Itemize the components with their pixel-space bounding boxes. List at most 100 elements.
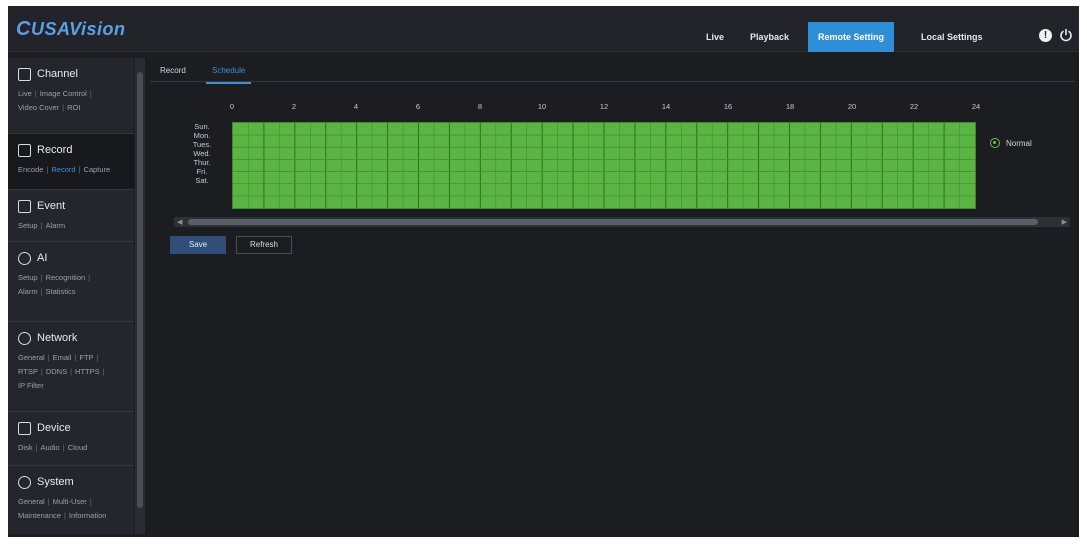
hour-label: 16 [723,102,733,111]
device-icon [18,421,31,435]
sidebar-item-label: Device [37,422,71,434]
power-icon[interactable] [1059,28,1073,42]
sublink-rtsp[interactable]: RTSP [18,367,38,376]
sublink-information[interactable]: Information [69,511,107,520]
main-panel: Record Schedule 0 2 4 6 8 10 12 14 16 18 20 22 24 Su… [150,58,1075,534]
system-icon [18,475,31,489]
record-icon [18,143,31,157]
sublink-general[interactable]: General [18,497,45,506]
schedule-grid[interactable] [232,122,976,209]
brand-logo: CUSAVision [16,18,125,41]
sublink-ip-filter[interactable]: IP Filter [18,381,44,390]
nav-playback[interactable]: Playback [740,22,799,52]
day-label: Sun. [194,122,210,131]
sidebar-item-label: System [37,476,74,488]
sidebar-section-network: Network General | Email | FTP | RTSP | DDNS | HTT… [8,322,134,412]
sidebar-scrollbar[interactable] [135,58,145,534]
sidebar-sublinks: General | Multi-User | Maintenance | Informat… [18,497,107,520]
hour-label: 4 [353,102,359,111]
sidebar-section-ai: AI Setup | Recognition | Alarm | Statistics [8,242,134,322]
sidebar-item-record[interactable]: Record [18,140,134,160]
monitor-icon [18,67,31,81]
hour-axis: 0 2 4 6 8 10 12 14 16 18 20 22 24 [150,102,1075,114]
hour-label: 20 [847,102,857,111]
sublink-cloud[interactable]: Cloud [68,443,88,452]
network-icon [18,331,31,345]
scroll-right-icon[interactable]: ▶ [1062,218,1067,226]
tab-bar: Record Schedule [150,58,1075,84]
sidebar-sublinks: Setup | Alarm [18,221,66,230]
sublink-statistics[interactable]: Statistics [46,287,76,296]
sublink-recognition[interactable]: Recognition [46,273,86,282]
sublink-alarm[interactable]: Alarm [46,221,66,230]
save-button[interactable]: Save [170,236,226,254]
radio-normal[interactable] [990,138,1000,148]
sidebar-item-system[interactable]: System [18,472,134,492]
sidebar-item-label: Record [37,144,73,156]
hour-label: 6 [415,102,421,111]
sublink-email[interactable]: Email [53,353,72,362]
sublink-setup[interactable]: Setup [18,221,38,230]
sidebar-item-device[interactable]: Device [18,418,134,438]
hour-label: 14 [661,102,671,111]
sidebar-item-network[interactable]: Network [18,328,134,348]
sublink-video-cover[interactable]: Video Cover [18,103,59,112]
sidebar-item-label: Channel [37,68,78,80]
sidebar-item-channel[interactable]: Channel [18,64,134,84]
sublink-audio[interactable]: Audio [41,443,60,452]
nav-remote-setting[interactable]: Remote Setting [808,22,895,52]
sidebar-item-label: Event [37,200,66,212]
nav-local-settings[interactable]: Local Settings [911,22,993,52]
sidebar: Channel Live | Image Control | Video Cover |… [8,58,134,534]
sidebar-item-event[interactable]: Event [18,196,134,216]
sidebar-sublinks: Live | Image Control | Video Cover | ROI [18,89,92,112]
sublink-live[interactable]: Live [18,89,32,98]
hour-label: 18 [785,102,795,111]
sublink-multi-user[interactable]: Multi-User [53,497,87,506]
logo-text: USAVision [30,19,126,39]
tab-schedule[interactable]: Schedule [205,66,252,84]
day-labels: Sun. Mon. Tues. Wed. Thur. Fri. Sat. [182,122,222,185]
sublink-alarm[interactable]: Alarm [18,287,38,296]
record-mode-legend[interactable]: Normal [990,138,1032,148]
sidebar-item-ai[interactable]: AI [18,248,134,268]
nav-live[interactable]: Live [696,22,734,52]
sublink-general[interactable]: General [18,353,45,362]
sidebar-sublinks: General | Email | FTP | RTSP | DDNS | HTTPS | IP F… [18,353,105,390]
sublink-ftp[interactable]: FTP [79,353,93,362]
legend-normal-label: Normal [1006,138,1032,148]
hour-label: 2 [291,102,297,111]
sublink-disk[interactable]: Disk [18,443,33,452]
info-icon[interactable]: ! [1039,29,1052,42]
day-label: Thur. [193,158,211,167]
tab-record[interactable]: Record [160,66,186,75]
sublink-record[interactable]: Record [51,165,75,174]
day-label: Tues. [192,140,212,149]
sublink-setup[interactable]: Setup [18,273,38,282]
top-bar: CUSAVision Live Playback Remote Setting … [8,6,1079,52]
sidebar-scroll-thumb[interactable] [137,72,143,508]
sidebar-sublinks: Encode | Record | Capture [18,165,111,174]
sidebar-item-label: AI [37,252,48,264]
sublink-image-control[interactable]: Image Control [40,89,87,98]
horizontal-scrollbar[interactable]: ◀ ▶ [174,217,1070,227]
day-label: Sat. [195,176,209,185]
sidebar-item-label: Network [37,332,78,344]
sublink-https[interactable]: HTTPS [75,367,100,376]
day-label: Fri. [196,167,208,176]
sublink-maintenance[interactable]: Maintenance [18,511,61,520]
scroll-left-icon[interactable]: ◀ [177,218,182,226]
hour-label: 10 [537,102,547,111]
logo-mark-icon: C [16,18,31,40]
refresh-button[interactable]: Refresh [236,236,292,254]
sublink-ddns[interactable]: DDNS [46,367,67,376]
day-label: Wed. [193,149,211,158]
hour-label: 24 [971,102,981,111]
sublink-roi[interactable]: ROI [67,103,80,112]
sidebar-sublinks: Disk | Audio | Cloud [18,443,88,452]
hour-label: 12 [599,102,609,111]
hour-label: 8 [477,102,483,111]
sublink-capture[interactable]: Capture [84,165,111,174]
sublink-encode[interactable]: Encode [18,165,43,174]
horizontal-scroll-thumb[interactable] [188,219,1038,225]
